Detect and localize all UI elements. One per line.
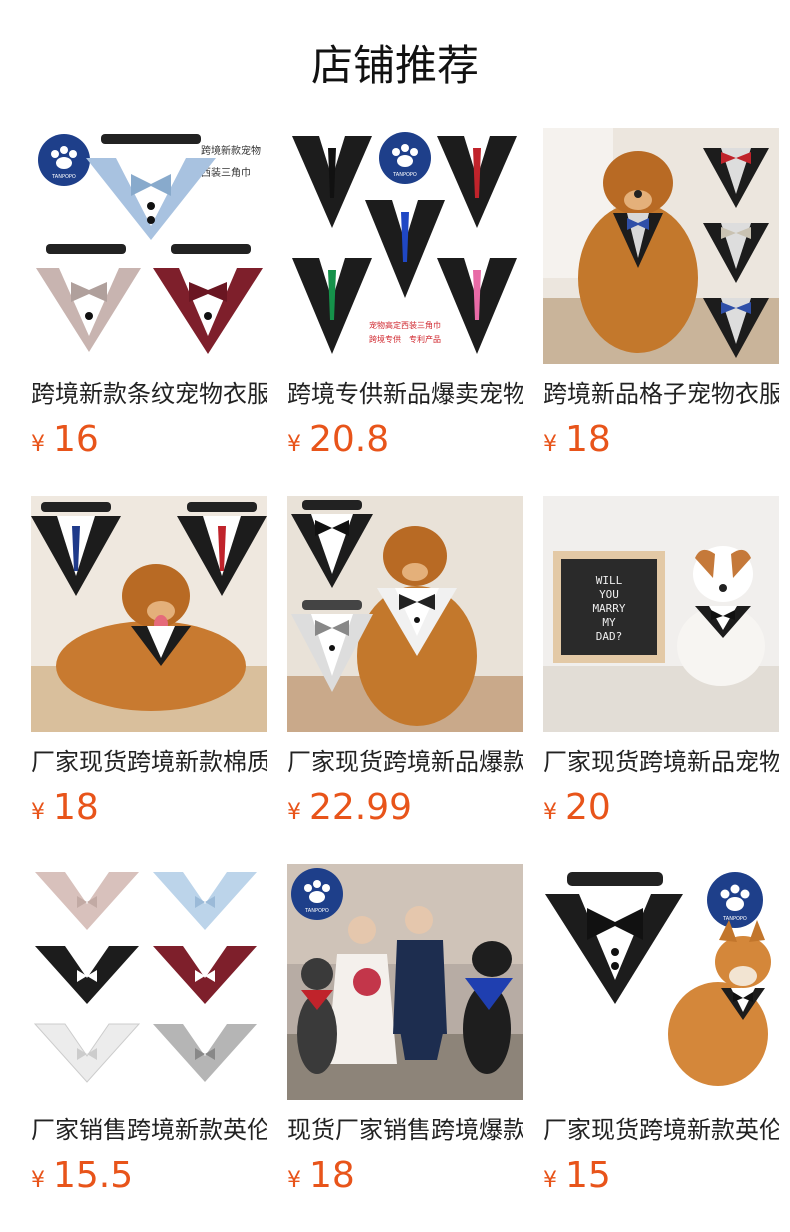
product-card-1[interactable]: TANPOPO 跨境新款宠物 西装三角巾 跨境新款条纹宠物衣服 ¥16	[31, 128, 267, 462]
price-value: 22.99	[309, 787, 413, 828]
product-price: ¥20	[543, 786, 779, 830]
product-image[interactable]	[31, 864, 267, 1100]
product-price: ¥20.8	[287, 418, 523, 462]
price-value: 15	[565, 1155, 611, 1196]
price-value: 16	[53, 419, 99, 460]
product-card-4[interactable]: 厂家现货跨境新款棉质 ¥18	[31, 496, 267, 830]
currency-symbol: ¥	[287, 432, 301, 457]
product-name[interactable]: 现货厂家销售跨境爆款	[287, 1114, 523, 1146]
sign-text: DAD?	[596, 630, 623, 643]
price-value: 18	[309, 1155, 355, 1196]
product-price: ¥22.99	[287, 786, 523, 830]
product-image[interactable]	[543, 128, 779, 364]
currency-symbol: ¥	[31, 432, 45, 457]
brand-text: TANPOPO	[722, 916, 747, 922]
product-image[interactable]: WILL YOU MARRY MY DAD?	[543, 496, 779, 732]
product-card-6[interactable]: WILL YOU MARRY MY DAD? 厂家现货跨境新品宠物 ¥20	[543, 496, 779, 830]
product-name[interactable]: 跨境专供新品爆卖宠物	[287, 378, 523, 410]
page-title: 店铺推荐	[310, 41, 479, 90]
price-value: 15.5	[53, 1155, 134, 1196]
sign-text: YOU	[599, 588, 619, 601]
image-caption: 跨境新款宠物	[201, 144, 261, 157]
product-image[interactable]: TANPOPO	[287, 864, 523, 1100]
currency-symbol: ¥	[543, 1168, 557, 1193]
product-image[interactable]: TANPOPO 宠物高定西装三角巾 跨境专供 专利产品	[287, 128, 523, 364]
product-image[interactable]: TANPOPO 跨境新款宠物 西装三角巾	[31, 128, 267, 364]
product-price: ¥15	[543, 1154, 779, 1198]
product-name[interactable]: 厂家现货跨境新品爆款	[287, 746, 523, 778]
price-value: 20	[565, 787, 611, 828]
product-name[interactable]: 厂家现货跨境新品宠物	[543, 746, 779, 778]
sign-text: WILL	[596, 574, 623, 587]
currency-symbol: ¥	[31, 1168, 45, 1193]
product-image[interactable]	[287, 496, 523, 732]
product-price: ¥18	[543, 418, 779, 462]
product-card-3[interactable]: 跨境新品格子宠物衣服 ¥18	[543, 128, 779, 462]
currency-symbol: ¥	[287, 1168, 301, 1193]
price-value: 18	[565, 419, 611, 460]
product-name[interactable]: 厂家现货跨境新款英伦	[543, 1114, 779, 1146]
sign-text: MY	[602, 616, 616, 629]
currency-symbol: ¥	[31, 800, 45, 825]
product-name[interactable]: 跨境新品格子宠物衣服	[543, 378, 779, 410]
brand-text: TANPOPO	[392, 172, 417, 178]
image-caption: 跨境专供 专利产品	[369, 334, 441, 344]
price-value: 18	[53, 787, 99, 828]
sign-text: MARRY	[592, 602, 625, 615]
brand-text: TANPOPO	[304, 908, 329, 914]
product-name[interactable]: 厂家销售跨境新款英伦	[31, 1114, 267, 1146]
currency-symbol: ¥	[543, 432, 557, 457]
product-card-7[interactable]: 厂家销售跨境新款英伦 ¥15.5	[31, 864, 267, 1198]
product-price: ¥15.5	[31, 1154, 267, 1198]
product-image[interactable]	[31, 496, 267, 732]
product-name[interactable]: 跨境新款条纹宠物衣服	[31, 378, 267, 410]
product-price: ¥18	[287, 1154, 523, 1198]
product-image[interactable]: TANPOPO	[543, 864, 779, 1100]
image-caption: 西装三角巾	[201, 166, 251, 179]
price-value: 20.8	[309, 419, 390, 460]
product-price: ¥16	[31, 418, 267, 462]
product-card-2[interactable]: TANPOPO 宠物高定西装三角巾 跨境专供 专利产品 跨境专供新品爆卖宠物 ¥…	[287, 128, 523, 462]
brand-text: TANPOPO	[51, 174, 76, 180]
product-card-9[interactable]: TANPOPO 厂家现货跨境新款英伦 ¥15	[543, 864, 779, 1198]
currency-symbol: ¥	[287, 800, 301, 825]
product-name[interactable]: 厂家现货跨境新款棉质	[31, 746, 267, 778]
product-card-8[interactable]: TANPOPO 现货厂家销售跨境爆款 ¥18	[287, 864, 523, 1198]
currency-symbol: ¥	[543, 800, 557, 825]
product-card-5[interactable]: 厂家现货跨境新品爆款 ¥22.99	[287, 496, 523, 830]
image-caption: 宠物高定西装三角巾	[369, 320, 441, 330]
product-price: ¥18	[31, 786, 267, 830]
